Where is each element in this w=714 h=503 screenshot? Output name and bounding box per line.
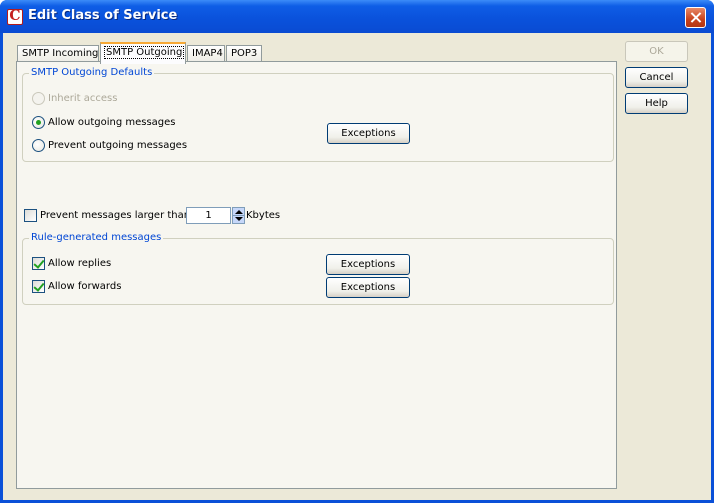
tab-label: POP3 <box>231 48 258 59</box>
spin-up-icon[interactable] <box>235 210 243 214</box>
spin-down-icon[interactable] <box>235 217 243 221</box>
title-bar[interactable]: C Edit Class of Service <box>0 0 714 33</box>
forwards-exceptions-button[interactable]: Exceptions <box>326 277 410 298</box>
radio-label: Inherit access <box>48 93 118 104</box>
group-title: SMTP Outgoing Defaults <box>29 67 155 78</box>
tab-label: IMAP4 <box>192 48 223 59</box>
radio-label: Prevent outgoing messages <box>48 140 188 151</box>
checkbox-label: Allow forwards <box>48 281 122 292</box>
radio-label: Allow outgoing messages <box>48 117 176 128</box>
tab-label: SMTP Outgoing <box>103 46 185 59</box>
tab-panel-smtp-outgoing: SMTP Outgoing Defaults Inherit access Al… <box>16 61 617 489</box>
help-button[interactable]: Help <box>625 93 688 114</box>
rule-generated-group: Rule-generated messages Allow replies Al… <box>22 232 614 305</box>
tab-label: SMTP Incoming <box>22 48 99 59</box>
checkbox-label: Allow replies <box>48 258 112 269</box>
dialog-window: C Edit Class of Service SMTP Incoming SM… <box>0 0 714 503</box>
tab-smtp-outgoing[interactable]: SMTP Outgoing <box>100 42 186 64</box>
cancel-button[interactable]: Cancel <box>625 67 688 88</box>
dialog-body: SMTP Incoming SMTP Outgoing IMAP4 POP3 S… <box>3 33 711 500</box>
checkbox <box>24 209 37 222</box>
app-logo-icon: C <box>7 8 23 25</box>
ok-button[interactable]: OK <box>625 41 688 62</box>
checkbox <box>32 257 45 270</box>
size-limit-stepper[interactable] <box>232 207 245 224</box>
window-title: Edit Class of Service <box>28 8 178 23</box>
size-unit-label: Kbytes <box>246 210 281 221</box>
radio-button <box>32 116 45 129</box>
outgoing-exceptions-button[interactable]: Exceptions <box>327 123 410 144</box>
close-button[interactable] <box>685 7 706 28</box>
checkbox <box>32 280 45 293</box>
replies-exceptions-button[interactable]: Exceptions <box>326 254 410 275</box>
outgoing-defaults-group: SMTP Outgoing Defaults Inherit access Al… <box>22 67 614 162</box>
group-title: Rule-generated messages <box>29 232 164 243</box>
checkbox-label: Prevent messages larger than <box>40 210 191 221</box>
radio-button <box>32 139 45 152</box>
size-limit-input[interactable]: 1 <box>186 207 231 224</box>
radio-button <box>32 92 45 105</box>
